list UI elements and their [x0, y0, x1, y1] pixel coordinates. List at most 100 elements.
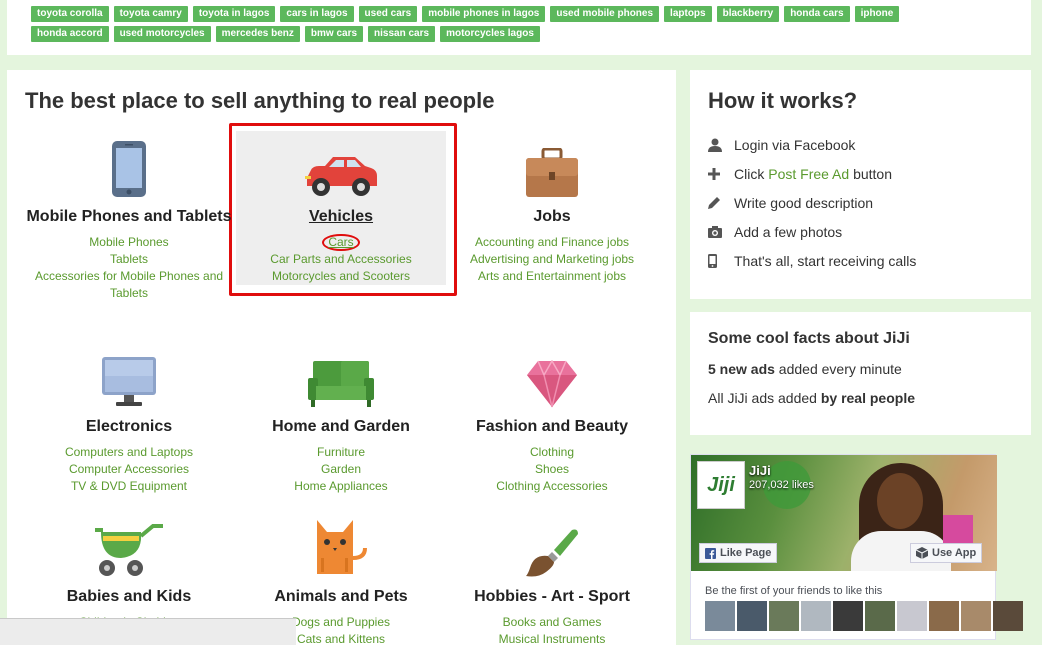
friend-avatar[interactable] [929, 601, 959, 631]
category-title[interactable]: Mobile Phones and Tablets [22, 208, 236, 225]
tag-link[interactable]: cars in lagos [280, 6, 354, 22]
subcategory-link[interactable]: Mobile Phones [22, 234, 236, 251]
how-it-works-panel: How it works? Login via Facebook Click P… [690, 70, 1031, 299]
horizontal-scrollbar[interactable] [0, 618, 296, 645]
step-calls: That's all, start receiving calls [708, 246, 916, 275]
fact-bold: 5 new ads [708, 361, 775, 377]
tag-link[interactable]: laptops [664, 6, 712, 22]
step-text-pre: Click [734, 165, 765, 182]
subcategory-link[interactable]: Computers and Laptops [22, 444, 236, 461]
fact-text: All JiJi ads added [708, 390, 821, 406]
friend-avatar[interactable] [769, 601, 799, 631]
subcategory-link[interactable]: TV & DVD Equipment [22, 478, 236, 495]
tag-link[interactable]: mercedes benz [215, 26, 300, 42]
like-page-button[interactable]: Like Page [699, 543, 778, 563]
friend-avatar[interactable] [705, 601, 735, 631]
tag-link[interactable]: used mobile phones [550, 6, 660, 22]
friend-avatar[interactable] [993, 601, 1023, 631]
use-app-button[interactable]: Use App [910, 543, 983, 563]
sofa-icon[interactable] [234, 340, 448, 408]
friend-avatar[interactable] [897, 601, 927, 631]
subcategory-link[interactable]: Home Appliances [234, 478, 448, 495]
tag-link[interactable]: motorcycles lagos [440, 26, 540, 42]
subcategory-link[interactable]: Accessories for Mobile Phones and Tablet… [22, 268, 236, 302]
category-home-garden: Home and Garden Furniture Garden Home Ap… [234, 340, 448, 495]
subcategory-link-cars[interactable]: Cars [322, 234, 360, 251]
subcategory-link[interactable]: Tablets [22, 251, 236, 268]
friend-avatar[interactable] [865, 601, 895, 631]
category-title[interactable]: Hobbies - Art - Sport [445, 588, 659, 605]
how-it-works-steps: Login via Facebook Click Post Free Ad bu… [708, 130, 916, 275]
plus-icon [708, 167, 734, 180]
category-title[interactable]: Animals and Pets [234, 588, 448, 605]
diamond-icon[interactable] [445, 340, 659, 408]
facebook-page-name[interactable]: JiJi [749, 463, 771, 478]
tag-link[interactable]: nissan cars [368, 26, 436, 42]
tag-link[interactable]: mobile phones in lagos [422, 6, 546, 22]
monitor-icon[interactable] [22, 340, 236, 408]
camera-icon [708, 225, 734, 238]
friend-avatar[interactable] [961, 601, 991, 631]
tag-link[interactable]: toyota in lagos [192, 6, 276, 22]
category-title[interactable]: Fashion and Beauty [445, 418, 659, 435]
tag-link[interactable]: blackberry [716, 6, 780, 22]
friend-avatars [705, 601, 1023, 631]
cool-facts-panel: Some cool facts about JiJi 5 new ads add… [690, 312, 1031, 435]
stroller-icon[interactable] [22, 510, 236, 578]
category-title[interactable]: Electronics [22, 418, 236, 435]
category-babies-kids: Babies and Kids Children's Clothing [22, 510, 236, 631]
step-text: Login via Facebook [734, 136, 856, 153]
cat-icon[interactable] [234, 510, 448, 578]
facebook-page-widget: Jiji JiJi 207,032 likes Like Page Use Ap… [690, 454, 1023, 640]
cube-icon [916, 547, 928, 559]
fact-text: added every minute [774, 361, 902, 377]
subcategory-link[interactable]: Advertising and Marketing jobs [445, 251, 659, 268]
category-mobile-phones: Mobile Phones and Tablets Mobile Phones … [22, 130, 236, 302]
step-post-ad: Click Post Free Ad button [708, 159, 916, 188]
tag-link[interactable]: toyota camry [113, 6, 188, 22]
fact-real-people: All JiJi ads added by real people [708, 390, 915, 406]
subcategory-link[interactable]: Motorcycles and Scooters [234, 268, 448, 285]
jiji-logo[interactable]: Jiji [697, 461, 745, 509]
tag-link[interactable]: toyota corolla [31, 6, 109, 22]
phone-icon[interactable] [22, 130, 236, 198]
like-page-label: Like Page [720, 547, 772, 559]
subcategory-link[interactable]: Clothing [445, 444, 659, 461]
friend-avatar[interactable] [737, 601, 767, 631]
category-jobs: Jobs Accounting and Finance jobs Adverti… [445, 130, 659, 285]
subcategory-link[interactable]: Garden [234, 461, 448, 478]
main-title: The best place to sell anything to real … [25, 88, 495, 113]
facebook-cover-image[interactable]: Jiji JiJi 207,032 likes Like Page Use Ap… [691, 455, 997, 571]
category-title[interactable]: Jobs [445, 208, 659, 225]
tag-link[interactable]: iphone [854, 6, 900, 22]
subcategory-link[interactable]: Computer Accessories [22, 461, 236, 478]
tag-link[interactable]: honda accord [31, 26, 109, 42]
briefcase-icon[interactable] [445, 130, 659, 198]
friend-avatar[interactable] [801, 601, 831, 631]
subcategory-link[interactable]: Musical Instruments [445, 631, 659, 645]
subcategory-link[interactable]: Furniture [234, 444, 448, 461]
category-title[interactable]: Vehicles [234, 208, 448, 225]
subcategory-link[interactable]: Books and Games [445, 614, 659, 631]
category-vehicles: Vehicles Cars Car Parts and Accessories … [234, 130, 448, 285]
car-icon[interactable] [234, 130, 448, 198]
category-title[interactable]: Babies and Kids [22, 588, 236, 605]
category-title[interactable]: Home and Garden [234, 418, 448, 435]
subcategory-link[interactable]: Arts and Entertainment jobs [445, 268, 659, 285]
step-text-post: button [853, 165, 892, 182]
subcategory-link[interactable]: Shoes [445, 461, 659, 478]
category-fashion-beauty: Fashion and Beauty Clothing Shoes Clothi… [445, 340, 659, 495]
tag-link[interactable]: bmw cars [304, 26, 364, 42]
pencil-icon [708, 196, 734, 209]
subcategory-link[interactable]: Accounting and Finance jobs [445, 234, 659, 251]
tag-link[interactable]: used motorcycles [113, 26, 211, 42]
tag-link[interactable]: used cars [358, 6, 418, 22]
post-free-ad-link[interactable]: Post Free Ad [768, 166, 849, 182]
facebook-icon [705, 547, 716, 559]
how-it-works-title: How it works? [708, 88, 858, 113]
friend-avatar[interactable] [833, 601, 863, 631]
subcategory-link[interactable]: Clothing Accessories [445, 478, 659, 495]
subcategory-link[interactable]: Car Parts and Accessories [234, 251, 448, 268]
tag-link[interactable]: honda cars [784, 6, 850, 22]
paintbrush-icon[interactable] [445, 510, 659, 578]
